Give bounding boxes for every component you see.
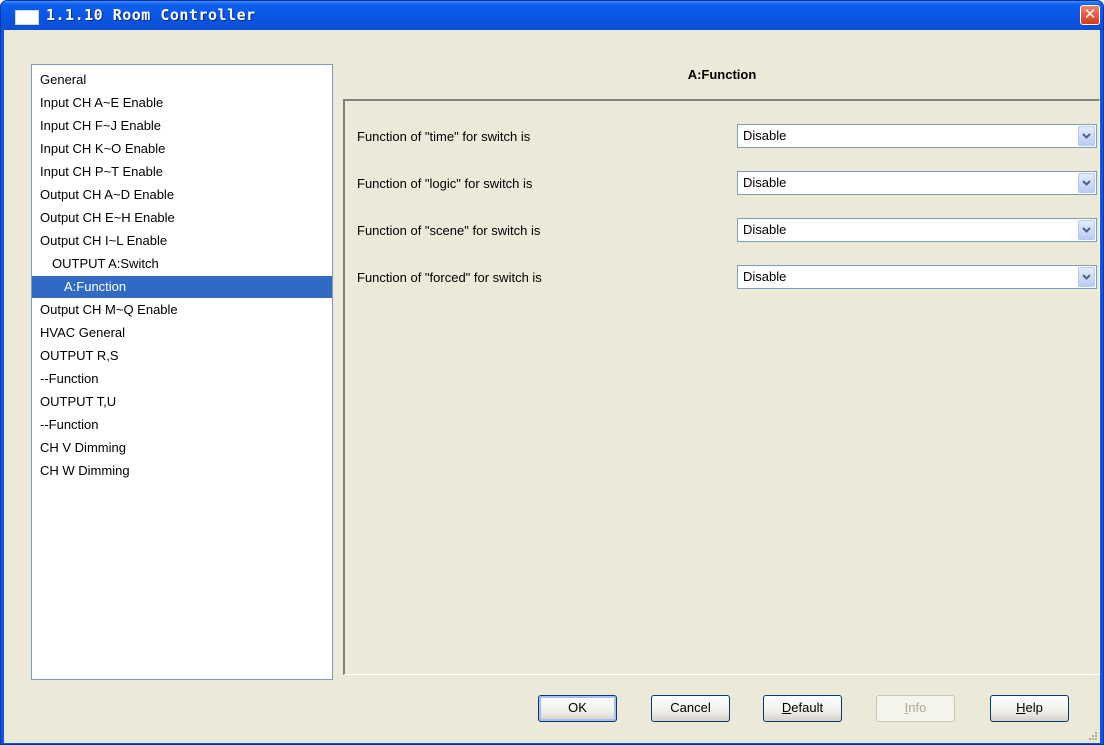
client-area: General Input CH A~E Enable Input CH F~J E… (4, 30, 1100, 743)
resize-grip-icon[interactable] (1086, 729, 1098, 741)
tree-item[interactable]: OUTPUT T,U (32, 391, 332, 413)
param-select[interactable]: Disable (737, 171, 1097, 195)
param-label: Function of "time" for switch is (357, 129, 531, 144)
close-icon[interactable]: ✕ (1080, 5, 1100, 25)
parameter-panel: Function of "time" for switch is Disable F… (343, 99, 1100, 675)
tree-item[interactable]: Output CH I~L Enable (32, 230, 332, 252)
window-title: 1.1.10 Room Controller (46, 6, 256, 24)
tree-item[interactable]: --Function (32, 414, 332, 436)
info-button-label: nfo (908, 700, 927, 715)
help-button-label: elp (1025, 700, 1043, 715)
cancel-button[interactable]: Cancel (651, 695, 730, 722)
ok-button-label: OK (568, 700, 587, 715)
tree-item[interactable]: OUTPUT A:Switch (32, 253, 332, 275)
tree-item[interactable]: General (32, 69, 332, 91)
param-select-value: Disable (743, 269, 787, 284)
default-button[interactable]: Default (763, 695, 842, 722)
tree-item[interactable]: CH W Dimming (32, 460, 332, 482)
default-button-mnemonic: D (781, 700, 792, 715)
tree-item[interactable]: Input CH A~E Enable (32, 92, 332, 114)
tree-item[interactable]: Input CH P~T Enable (32, 161, 332, 183)
tree-item[interactable]: Output CH M~Q Enable (32, 299, 332, 321)
ok-button[interactable]: OK (538, 695, 617, 722)
tree-item[interactable]: Input CH K~O Enable (32, 138, 332, 160)
panel-title: A:Function (687, 67, 757, 82)
chevron-down-icon[interactable] (1078, 126, 1095, 146)
param-select[interactable]: Disable (737, 265, 1097, 289)
param-label: Function of "forced" for switch is (357, 270, 542, 285)
default-button-label: efault (791, 700, 824, 715)
help-button-mnemonic: H (1016, 700, 1026, 715)
window-icon (15, 10, 39, 25)
tree-item[interactable]: A:Function (32, 276, 332, 298)
tree-item[interactable]: CH V Dimming (32, 437, 332, 459)
tree-item[interactable]: Input CH F~J Enable (32, 115, 332, 137)
cancel-button-label: Cancel (670, 700, 711, 715)
param-select[interactable]: Disable (737, 218, 1097, 242)
tree-item[interactable]: --Function (32, 368, 332, 390)
tree-item[interactable]: HVAC General (32, 322, 332, 344)
tree-item[interactable]: Output CH E~H Enable (32, 207, 332, 229)
tree-item[interactable]: OUTPUT R,S (32, 345, 332, 367)
chevron-down-icon[interactable] (1078, 220, 1095, 240)
param-select-value: Disable (743, 175, 787, 190)
param-select-value: Disable (743, 128, 787, 143)
param-label: Function of "logic" for switch is (357, 176, 533, 191)
tree-item[interactable]: Output CH A~D Enable (32, 184, 332, 206)
help-button[interactable]: Help (990, 695, 1069, 722)
param-select-value: Disable (743, 222, 787, 237)
dialog-window: 1.1.10 Room Controller ✕ General Input CH… (0, 0, 1104, 745)
param-label: Function of "scene" for switch is (357, 223, 541, 238)
info-button[interactable]: Info (876, 695, 955, 722)
param-select[interactable]: Disable (737, 124, 1097, 148)
chevron-down-icon[interactable] (1078, 267, 1095, 287)
title-bar[interactable]: 1.1.10 Room Controller ✕ (1, 1, 1103, 30)
parameter-tree[interactable]: General Input CH A~E Enable Input CH F~J E… (31, 64, 333, 680)
chevron-down-icon[interactable] (1078, 173, 1095, 193)
